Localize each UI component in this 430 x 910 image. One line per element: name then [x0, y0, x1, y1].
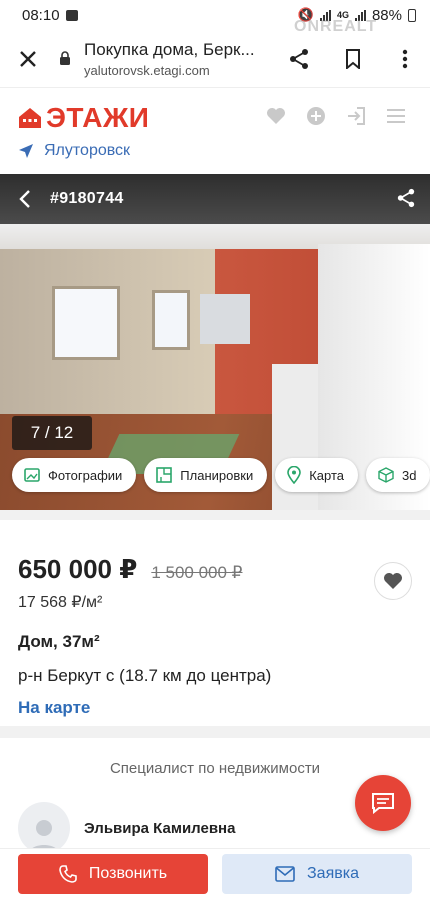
bookmark-icon	[346, 48, 360, 69]
site-header: ЭТАЖИ Ялуторовск	[0, 88, 430, 174]
browser-toolbar: Покупка дома, Берк... yalutorovsk.etagi.…	[0, 30, 430, 88]
favorites-heart-icon[interactable]	[266, 107, 286, 125]
price: 650 000 ₽	[18, 554, 138, 584]
site-logo[interactable]: ЭТАЖИ	[18, 102, 149, 134]
old-price: 1 500 000 ₽	[151, 563, 243, 582]
more-options-button[interactable]	[380, 30, 430, 88]
map-pin-icon	[287, 466, 302, 484]
chat-icon	[372, 793, 394, 814]
floorplan-icon	[156, 467, 173, 483]
city-name: Ялуторовск	[44, 142, 131, 159]
property-type: Дом, 37м²	[18, 632, 100, 651]
phone-icon	[59, 865, 77, 883]
battery-icon	[408, 8, 416, 22]
listing-summary: 650 000 ₽ 1 500 000 ₽ 17 568 ₽/м² Дом, 3…	[0, 510, 430, 726]
menu-icon[interactable]	[386, 108, 406, 124]
share-icon	[397, 188, 415, 208]
on-map-link[interactable]: На карте	[18, 698, 90, 718]
city-selector[interactable]: Ялуторовск	[18, 142, 130, 160]
envelope-icon	[275, 866, 295, 882]
cube-icon	[378, 467, 394, 483]
logo-text: ЭТАЖИ	[46, 102, 150, 133]
page-title: Покупка дома, Берк...	[84, 39, 255, 59]
favorite-button[interactable]	[374, 562, 412, 600]
listing-id: #9180744	[50, 190, 124, 207]
tab-3d[interactable]: 3d	[366, 458, 430, 492]
share-icon	[290, 48, 308, 69]
location-arrow-icon	[19, 144, 33, 158]
address: р-н Беркут с (18.7 км до центра)	[18, 666, 272, 685]
lock-icon	[56, 30, 74, 88]
close-icon	[20, 50, 36, 67]
page-url: yalutorovsk.etagi.com	[84, 62, 210, 78]
gallery-share-button[interactable]	[396, 188, 416, 213]
gallery-tabs: Фотографии Планировки Карта 3d	[12, 458, 430, 492]
chat-button[interactable]	[355, 775, 411, 831]
request-button[interactable]: Заявка	[222, 854, 412, 894]
photo-counter: 7 / 12	[12, 416, 92, 450]
gallery-header: #9180744	[0, 174, 430, 224]
photo-icon	[24, 468, 40, 482]
heart-icon	[384, 573, 402, 589]
add-listing-icon[interactable]	[306, 106, 326, 126]
divider	[0, 726, 430, 738]
price-per-m2: 17 568 ₽/м²	[18, 594, 103, 611]
photo-gallery[interactable]: #9180744 7 / 12 Фотографии Планировки Ка…	[0, 174, 430, 510]
specialist-title: Специалист по недвижимости	[109, 760, 321, 777]
call-button[interactable]: Позвонить	[18, 854, 208, 894]
more-vertical-icon	[402, 49, 408, 68]
tab-map[interactable]: Карта	[275, 458, 359, 492]
gallery-notification-icon	[65, 9, 78, 21]
agent-name[interactable]: Эльвира Камилевна	[84, 820, 235, 837]
avatar[interactable]	[18, 802, 70, 854]
back-button[interactable]	[0, 189, 50, 209]
bookmark-button[interactable]	[326, 30, 380, 88]
bottom-action-bar: Позвонить Заявка	[0, 848, 430, 910]
status-time: 08:10	[22, 6, 60, 24]
share-button[interactable]	[272, 30, 326, 88]
tab-floorplans[interactable]: Планировки	[144, 458, 268, 492]
tab-photos[interactable]: Фотографии	[12, 458, 137, 492]
logo-mark-icon	[19, 108, 41, 128]
chevron-left-icon	[19, 190, 30, 208]
page-info[interactable]: Покупка дома, Берк... yalutorovsk.etagi.…	[74, 40, 272, 78]
login-icon[interactable]	[346, 106, 366, 126]
close-tab-button[interactable]	[0, 30, 56, 88]
